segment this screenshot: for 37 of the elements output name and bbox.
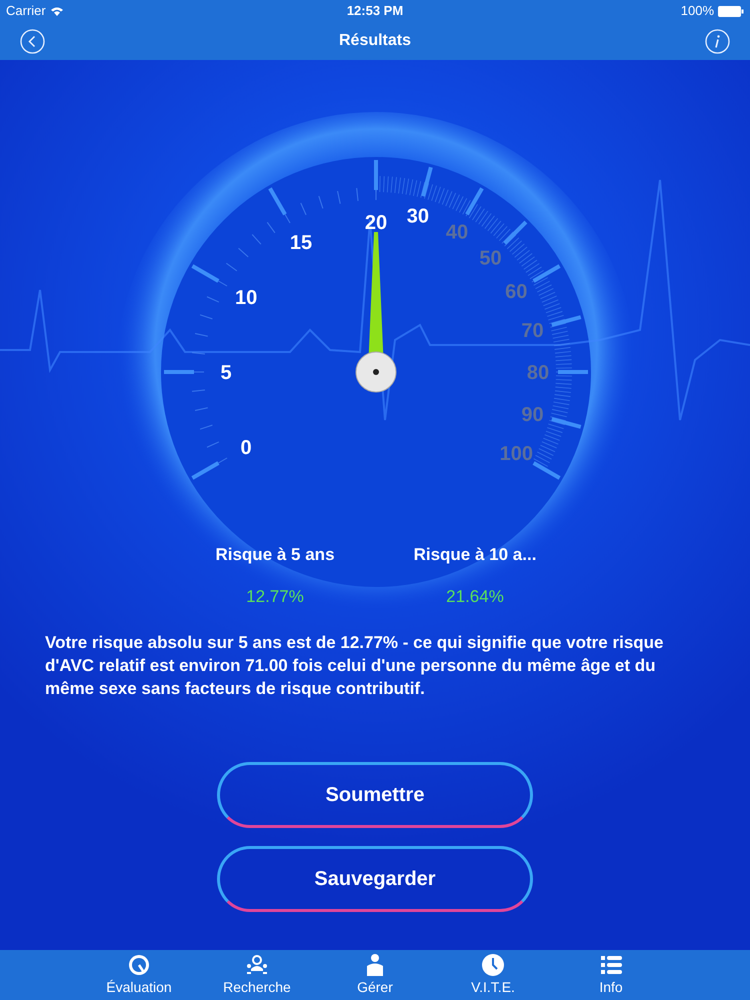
tab-item[interactable]: Gérer xyxy=(335,953,415,1000)
risk-label: Risque à 10 a... xyxy=(414,544,536,566)
dial-label: 40 xyxy=(446,222,468,244)
tab-item[interactable]: V.I.T.E. xyxy=(453,953,533,1000)
gauge-icon xyxy=(127,953,151,977)
dial-label: 15 xyxy=(290,232,312,254)
dial-label: 30 xyxy=(406,206,430,228)
battery-icon xyxy=(718,6,744,16)
dial-label: 20 xyxy=(364,212,388,234)
dial-label: 70 xyxy=(521,320,544,342)
risk-value: 12.77% xyxy=(246,586,304,608)
clock-label: 12:53 PM xyxy=(346,2,404,20)
list-icon xyxy=(599,953,623,977)
dial-label: 5 xyxy=(220,362,232,384)
group-icon xyxy=(245,953,269,977)
risk-label: Risque à 5 ans xyxy=(215,544,335,566)
wifi-icon xyxy=(50,6,64,16)
tab-item[interactable]: Recherche xyxy=(217,953,297,1000)
tab-item[interactable]: Évaluation xyxy=(99,953,179,1000)
risk-value: 21.64% xyxy=(446,586,504,608)
summary-text: Votre risque absolu sur 5 ans est de 12.77% - ce qui signifie que votre risque d'AVC relatif est environ 71.00 fois celui d'une personne du même âge et du même sexe sans facteurs de risque contributif. xyxy=(45,632,664,700)
info-button[interactable] xyxy=(705,28,730,54)
dial-label: 0 xyxy=(240,437,252,459)
tab-item[interactable]: Info xyxy=(571,953,651,1000)
battery-label: 100% xyxy=(680,2,714,20)
dial-label: 50 xyxy=(479,247,502,270)
dial-label: 60 xyxy=(505,281,528,303)
clock-icon xyxy=(481,953,505,977)
action-button[interactable]: Sauvegarder xyxy=(217,846,533,912)
dial-label: 10 xyxy=(234,287,258,309)
dial-label: 100 xyxy=(500,443,533,465)
carrier-label: Carrier xyxy=(6,2,46,20)
dial-label: 80 xyxy=(526,362,550,384)
action-button[interactable]: Soumettre xyxy=(217,762,533,828)
screen-title: Résultats xyxy=(338,31,412,51)
dial-label: 90 xyxy=(521,404,544,426)
back-button[interactable] xyxy=(20,28,45,54)
